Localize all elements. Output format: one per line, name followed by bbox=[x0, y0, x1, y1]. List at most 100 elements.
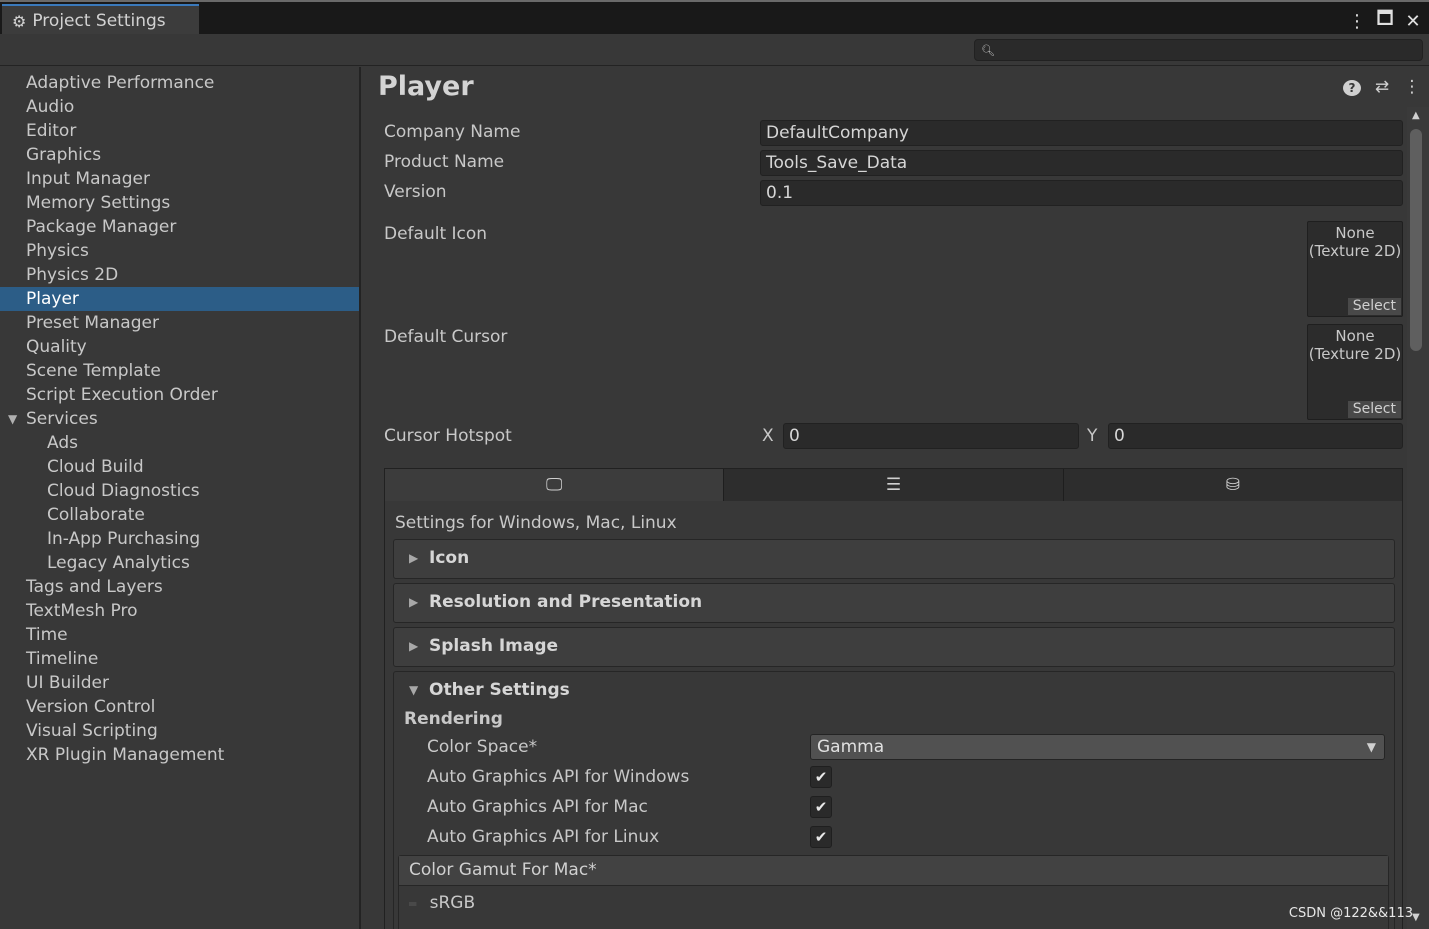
help-icon[interactable]: ? bbox=[1343, 77, 1361, 97]
texture-type-text: (Texture 2D) bbox=[1308, 242, 1402, 260]
select-texture-button[interactable]: Select bbox=[1347, 298, 1401, 315]
sidebar-item-audio[interactable]: Audio bbox=[0, 95, 359, 119]
auto-graphics-linux-checkbox[interactable]: ✔ bbox=[810, 826, 832, 848]
color-gamut-list: Color Gamut For Mac* ═ sRGB bbox=[398, 855, 1389, 929]
product-name-field[interactable]: Tools_Save_Data bbox=[760, 150, 1403, 176]
maximize-icon[interactable]: 🗖 bbox=[1375, 6, 1395, 36]
search-box[interactable]: 🔍︎ bbox=[974, 39, 1423, 61]
sidebar-item-player[interactable]: Player bbox=[0, 287, 359, 311]
tab-standalone[interactable]: 🖵 bbox=[385, 469, 725, 501]
other-settings-foldout: ▼ Other Settings Rendering Color Space* … bbox=[393, 671, 1395, 929]
hotspot-x-field[interactable]: 0 bbox=[783, 423, 1079, 449]
close-icon[interactable]: ✕ bbox=[1403, 11, 1423, 32]
foldout-arrow-icon: ▶ bbox=[409, 639, 419, 653]
version-field[interactable]: 0.1 bbox=[760, 180, 1403, 206]
company-name-field[interactable]: DefaultCompany bbox=[760, 120, 1403, 146]
sidebar-item-cloud-build[interactable]: Cloud Build bbox=[0, 455, 359, 479]
color-space-label: Color Space* bbox=[427, 737, 538, 757]
scroll-up-icon[interactable]: ▲ bbox=[1412, 110, 1420, 121]
default-icon-texture-slot[interactable]: None (Texture 2D) Select bbox=[1307, 221, 1403, 317]
sidebar-item-cloud-diagnostics[interactable]: Cloud Diagnostics bbox=[0, 479, 359, 503]
sidebar-item-ui-builder[interactable]: UI Builder bbox=[0, 671, 359, 695]
select-texture-button[interactable]: Select bbox=[1347, 401, 1401, 418]
sidebar-item-ads[interactable]: Ads bbox=[0, 431, 359, 455]
kebab-menu-icon[interactable]: ⋮ bbox=[1403, 77, 1421, 97]
auto-graphics-windows-checkbox[interactable]: ✔ bbox=[810, 766, 832, 788]
other-settings-header[interactable]: ▼ Other Settings bbox=[394, 672, 1394, 708]
splash-image-foldout[interactable]: ▶ Splash Image bbox=[393, 627, 1395, 667]
texture-none-text: None bbox=[1335, 224, 1375, 242]
cursor-hotspot-label: Cursor Hotspot bbox=[384, 426, 512, 446]
foldout-title: Splash Image bbox=[429, 636, 559, 656]
foldout-title: Other Settings bbox=[429, 680, 570, 700]
resolution-foldout[interactable]: ▶ Resolution and Presentation bbox=[393, 583, 1395, 623]
sidebar-item-quality[interactable]: Quality bbox=[0, 335, 359, 359]
sidebar-item-script-execution-order[interactable]: Script Execution Order bbox=[0, 383, 359, 407]
expand-arrow-icon[interactable]: ▼ bbox=[8, 407, 17, 431]
scrollbar-thumb[interactable] bbox=[1410, 129, 1422, 351]
sidebar-item-time[interactable]: Time bbox=[0, 623, 359, 647]
color-space-dropdown[interactable]: Gamma ▼ bbox=[810, 734, 1385, 760]
sidebar-item-xr-plugin-management[interactable]: XR Plugin Management bbox=[0, 743, 359, 767]
dropdown-value: Gamma bbox=[817, 737, 885, 757]
company-name-label: Company Name bbox=[384, 122, 521, 142]
sidebar-item-physics[interactable]: Physics bbox=[0, 239, 359, 263]
list-item-label: sRGB bbox=[429, 893, 476, 913]
foldout-arrow-icon: ▶ bbox=[409, 595, 419, 609]
tab-webgl[interactable]: ⛁ bbox=[1064, 469, 1402, 501]
sidebar-item-preset-manager[interactable]: Preset Manager bbox=[0, 311, 359, 335]
sidebar-item-visual-scripting[interactable]: Visual Scripting bbox=[0, 719, 359, 743]
foldout-arrow-icon: ▶ bbox=[409, 551, 419, 565]
sidebar-item-input-manager[interactable]: Input Manager bbox=[0, 167, 359, 191]
settings-sidebar: Adaptive Performance Audio Editor Graphi… bbox=[0, 67, 361, 929]
sidebar-item-adaptive-performance[interactable]: Adaptive Performance bbox=[0, 71, 359, 95]
vertical-scrollbar[interactable]: ▲ ▼ bbox=[1407, 107, 1429, 929]
settings-for-label: Settings for Windows, Mac, Linux bbox=[395, 513, 677, 533]
sidebar-item-graphics[interactable]: Graphics bbox=[0, 143, 359, 167]
sidebar-item-timeline[interactable]: Timeline bbox=[0, 647, 359, 671]
search-input[interactable] bbox=[1000, 42, 1422, 58]
auto-graphics-mac-label: Auto Graphics API for Mac bbox=[427, 797, 648, 817]
sidebar-item-package-manager[interactable]: Package Manager bbox=[0, 215, 359, 239]
sidebar-item-textmesh-pro[interactable]: TextMesh Pro bbox=[0, 599, 359, 623]
platform-settings-pane: Settings for Windows, Mac, Linux ▶ Icon … bbox=[384, 501, 1403, 929]
window-tab-title: Project Settings bbox=[32, 11, 166, 31]
foldout-title: Resolution and Presentation bbox=[429, 592, 703, 612]
tab-dedicated-server[interactable]: ☰ bbox=[724, 469, 1064, 501]
page-title: Player bbox=[378, 71, 474, 102]
auto-graphics-linux-label: Auto Graphics API for Linux bbox=[427, 827, 660, 847]
texture-type-text: (Texture 2D) bbox=[1308, 345, 1402, 363]
sidebar-item-editor[interactable]: Editor bbox=[0, 119, 359, 143]
default-cursor-texture-slot[interactable]: None (Texture 2D) Select bbox=[1307, 324, 1403, 420]
icon-foldout[interactable]: ▶ Icon bbox=[393, 539, 1395, 579]
header-icons: ? ⇄ ⋮ bbox=[1343, 77, 1421, 97]
drag-handle-icon[interactable]: ═ bbox=[409, 897, 416, 911]
sidebar-item-tags-and-layers[interactable]: Tags and Layers bbox=[0, 575, 359, 599]
scroll-down-icon[interactable]: ▼ bbox=[1412, 912, 1420, 923]
sidebar-item-in-app-purchasing[interactable]: In-App Purchasing bbox=[0, 527, 359, 551]
sidebar-item-services[interactable]: ▼ Services bbox=[0, 407, 359, 431]
sidebar-item-physics-2d[interactable]: Physics 2D bbox=[0, 263, 359, 287]
gear-icon: ⚙ bbox=[12, 11, 27, 31]
default-icon-label: Default Icon bbox=[384, 224, 488, 244]
sidebar-item-legacy-analytics[interactable]: Legacy Analytics bbox=[0, 551, 359, 575]
color-gamut-header: Color Gamut For Mac* bbox=[399, 856, 1388, 886]
title-bar: ⚙ Project Settings ⋮ 🗖 ✕ bbox=[0, 0, 1429, 36]
toolbar: 🔍︎ bbox=[0, 34, 1429, 66]
list-item[interactable]: ═ sRGB bbox=[399, 886, 1388, 920]
player-settings-panel: Player ? ⇄ ⋮ Company Name DefaultCompany… bbox=[363, 67, 1429, 929]
sidebar-item-scene-template[interactable]: Scene Template bbox=[0, 359, 359, 383]
sidebar-item-label: Services bbox=[26, 409, 98, 429]
sidebar-item-collaborate[interactable]: Collaborate bbox=[0, 503, 359, 527]
watermark: CSDN @122&&113 bbox=[1288, 906, 1413, 921]
sidebar-item-version-control[interactable]: Version Control bbox=[0, 695, 359, 719]
texture-none-text: None bbox=[1335, 327, 1375, 345]
hotspot-y-field[interactable]: 0 bbox=[1108, 423, 1403, 449]
sidebar-item-memory-settings[interactable]: Memory Settings bbox=[0, 191, 359, 215]
window-controls: ⋮ 🗖 ✕ bbox=[1347, 6, 1423, 36]
kebab-menu-icon[interactable]: ⋮ bbox=[1347, 11, 1367, 32]
window-tab[interactable]: ⚙ Project Settings bbox=[2, 4, 199, 36]
preset-sliders-icon[interactable]: ⇄ bbox=[1373, 77, 1391, 97]
hotspot-y-label: Y bbox=[1087, 426, 1098, 446]
auto-graphics-mac-checkbox[interactable]: ✔ bbox=[810, 796, 832, 818]
